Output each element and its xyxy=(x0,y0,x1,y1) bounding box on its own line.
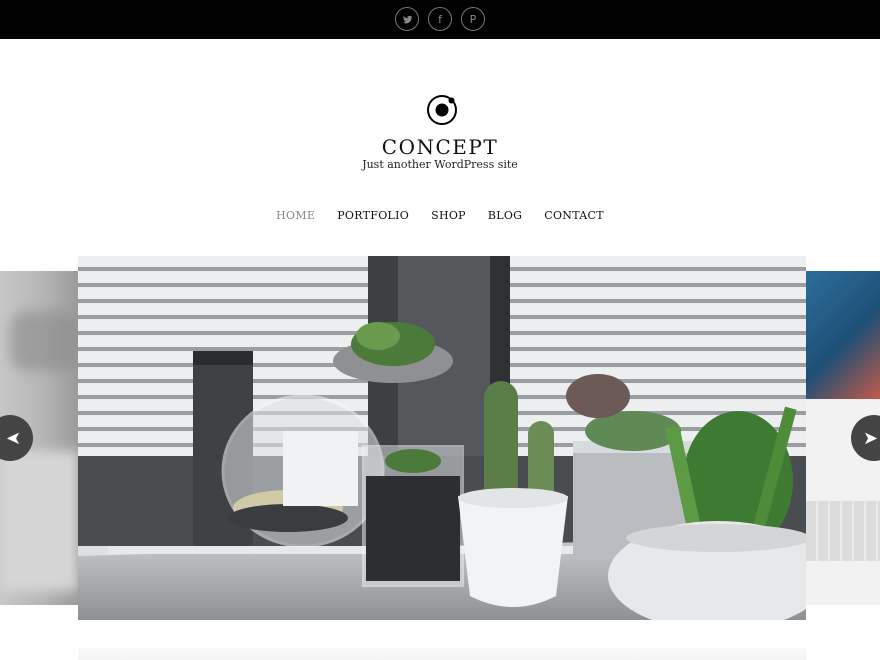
site-title[interactable]: CONCEPT xyxy=(0,135,880,159)
facebook-icon: f xyxy=(438,12,442,26)
arrow-left-icon: ➤ xyxy=(5,427,21,449)
social-top-bar: f P xyxy=(0,0,880,39)
facebook-link[interactable]: f xyxy=(428,7,452,31)
nav-item-home[interactable]: HOME xyxy=(265,209,326,222)
main-navigation: HOME PORTFOLIO SHOP BLOG CONTACT xyxy=(0,209,880,222)
arrow-right-icon: ➤ xyxy=(863,427,879,449)
twitter-link[interactable] xyxy=(395,7,419,31)
twitter-icon xyxy=(402,15,412,23)
nav-item-blog[interactable]: BLOG xyxy=(477,209,533,222)
image-slider: ➤ ➤ xyxy=(0,256,880,620)
current-slide-image xyxy=(78,256,806,620)
social-links: f P xyxy=(0,7,880,31)
nav-item-contact[interactable]: CONTACT xyxy=(533,209,615,222)
nav-item-portfolio[interactable]: PORTFOLIO xyxy=(326,209,420,222)
pinterest-link[interactable]: P xyxy=(461,7,485,31)
content-section-start xyxy=(78,648,806,660)
site-tagline: Just another WordPress site xyxy=(362,158,518,171)
site-logo-icon[interactable] xyxy=(426,94,458,126)
nav-item-shop[interactable]: SHOP xyxy=(420,209,477,222)
pinterest-icon: P xyxy=(469,12,477,26)
